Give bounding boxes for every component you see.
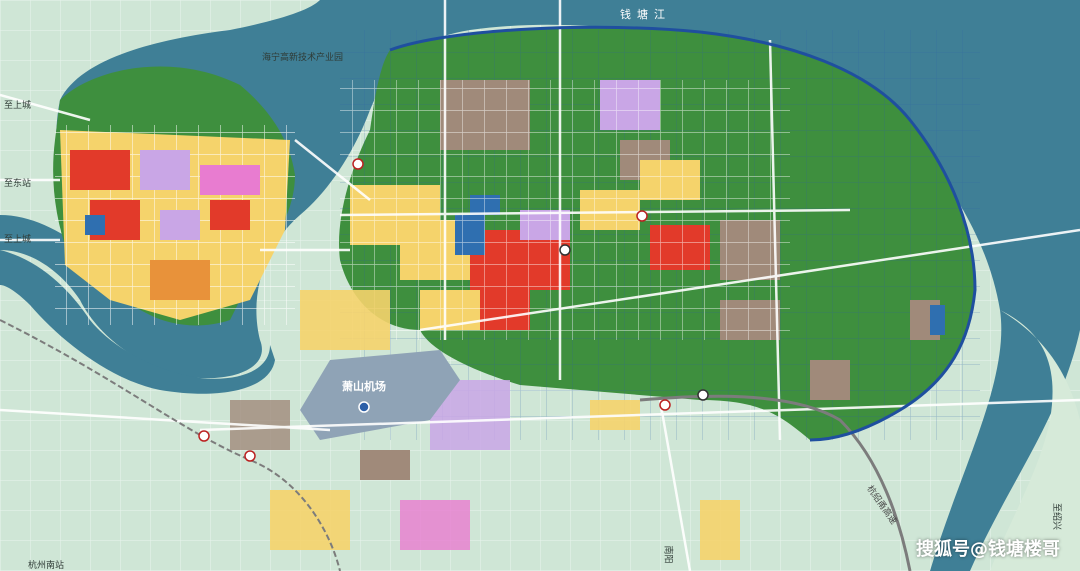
station-marker — [244, 450, 256, 462]
station-marker — [352, 158, 364, 170]
station-marker — [636, 210, 648, 222]
station-marker — [697, 389, 709, 401]
map-svg — [0, 0, 1080, 571]
station-marker — [659, 399, 671, 411]
station-marker — [198, 430, 210, 442]
station-marker — [559, 244, 571, 256]
block-lake-3 — [930, 305, 945, 335]
map-canvas[interactable]: 钱塘江 海宁高新技术产业园 至上城 至东站 至上城 萧山机场 杭州南站 杭绍甬高… — [0, 0, 1080, 571]
watermark: 搜狐号@钱塘楼哥 — [916, 539, 1060, 560]
block-industrial-5 — [810, 360, 850, 400]
airport-marker — [358, 401, 370, 413]
